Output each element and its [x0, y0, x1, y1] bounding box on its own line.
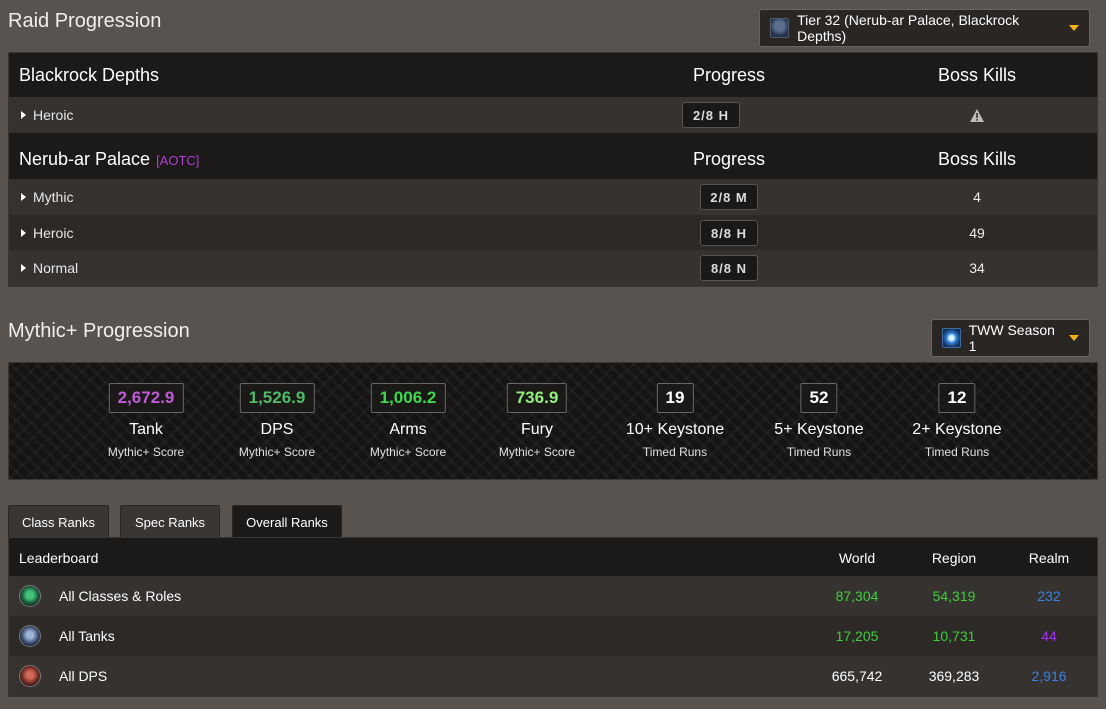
score-dps: 1,526.9 DPS Mythic+ Score: [239, 383, 315, 459]
raid-difficulty-row[interactable]: Mythic 2/8 M 4: [9, 179, 1097, 215]
raid-instance-header: Blackrock Depths Progress Boss Kills: [9, 53, 1097, 97]
raid-difficulty-row[interactable]: Heroic 2/8 H: [9, 97, 1097, 133]
score-value: 1,526.9: [239, 383, 315, 413]
table-row[interactable]: All Tanks 17,205 10,731 44: [9, 616, 1097, 656]
score-value: 1,006.2: [370, 383, 446, 413]
tank-emblem-icon: [19, 625, 41, 647]
tab-class-ranks[interactable]: Class Ranks: [8, 505, 109, 539]
instance-name: Nerub-ar Palace [AOTC]: [19, 149, 199, 170]
score-title: 2+ Keystone: [912, 421, 1002, 438]
progress-badge: 8/8 N: [700, 255, 758, 281]
region-rank[interactable]: 54,319: [933, 588, 976, 604]
aotc-tag: [AOTC]: [156, 153, 200, 168]
realm-rank[interactable]: 44: [1041, 628, 1057, 644]
timed-runs-2plus: 12 2+ Keystone Timed Runs: [912, 383, 1002, 459]
leaderboard-row-label: All DPS: [59, 668, 108, 684]
score-arms: 1,006.2 Arms Mythic+ Score: [370, 383, 446, 459]
leaderboard-header-label: Leaderboard: [19, 550, 99, 566]
boss-kills-value: 4: [973, 189, 981, 205]
difficulty-label: Mythic: [33, 189, 74, 205]
score-tank: 2,672.9 Tank Mythic+ Score: [108, 383, 184, 459]
world-header: World: [838, 550, 876, 566]
leaderboard-header: Leaderboard World Region Realm: [9, 538, 1097, 576]
score-subtitle: Mythic+ Score: [238, 445, 316, 459]
raid-progression-title: Raid Progression: [8, 10, 162, 32]
difficulty-label: Normal: [33, 260, 79, 276]
chevron-down-icon: [1069, 25, 1079, 31]
raid-progress-table: Blackrock Depths Progress Boss Kills Her…: [8, 52, 1098, 287]
score-title: 10+ Keystone: [625, 421, 725, 438]
score-title: Fury: [520, 421, 553, 438]
boss-kills-value: 49: [969, 225, 985, 241]
boss-kills-value: 34: [969, 260, 985, 276]
score-subtitle: Timed Runs: [786, 445, 852, 459]
score-value: 736.9: [506, 383, 568, 413]
warning-icon: [970, 108, 984, 122]
raid-difficulty-row[interactable]: Heroic 8/8 H 49: [9, 215, 1097, 251]
score-title: 5+ Keystone: [774, 421, 864, 438]
score-value: 12: [938, 383, 976, 413]
raid-instance-header: Nerub-ar Palace [AOTC] Progress Boss Kill…: [9, 135, 1097, 179]
all-classes-emblem-icon: [19, 585, 41, 607]
boss-kills-header: Boss Kills: [937, 149, 1017, 169]
realm-header: Realm: [1028, 550, 1070, 566]
world-rank[interactable]: 17,205: [836, 628, 879, 644]
tab-spec-ranks[interactable]: Spec Ranks: [120, 505, 220, 539]
expand-arrow-icon[interactable]: [21, 264, 26, 272]
score-subtitle: Mythic+ Score: [369, 445, 447, 459]
score-value: 19: [656, 383, 694, 413]
region-rank[interactable]: 369,283: [929, 668, 980, 684]
tier-dropdown[interactable]: Tier 32 (Nerub-ar Palace, Blackrock Dept…: [759, 9, 1090, 47]
world-rank[interactable]: 87,304: [836, 588, 879, 604]
realm-rank[interactable]: 2,916: [1031, 668, 1066, 684]
season-icon: [942, 328, 961, 348]
instance-name: Blackrock Depths: [19, 65, 160, 85]
difficulty-label: Heroic: [33, 225, 74, 241]
score-subtitle: Timed Runs: [642, 445, 708, 459]
raid-difficulty-row[interactable]: Normal 8/8 N 34: [9, 250, 1097, 286]
realm-rank[interactable]: 232: [1037, 588, 1060, 604]
timed-runs-10plus: 19 10+ Keystone Timed Runs: [626, 383, 724, 459]
mythic-plus-title: Mythic+ Progression: [8, 320, 190, 342]
season-dropdown[interactable]: TWW Season 1: [931, 319, 1090, 357]
progress-header: Progress: [692, 65, 766, 85]
instance-name-text: Nerub-ar Palace: [19, 149, 151, 169]
season-dropdown-label: TWW Season 1: [968, 322, 1055, 354]
difficulty-label: Heroic: [33, 107, 74, 123]
table-row[interactable]: All DPS 665,742 369,283 2,916: [9, 656, 1097, 696]
score-title: DPS: [260, 421, 294, 438]
score-value: 52: [800, 383, 838, 413]
progress-badge: 8/8 H: [700, 220, 758, 246]
dps-emblem-icon: [19, 665, 41, 687]
progress-header: Progress: [692, 149, 766, 169]
region-rank[interactable]: 10,731: [933, 628, 976, 644]
expand-arrow-icon[interactable]: [21, 229, 26, 237]
score-title: Arms: [389, 421, 427, 438]
progress-badge: 2/8 H: [682, 102, 740, 128]
timed-runs-5plus: 52 5+ Keystone Timed Runs: [774, 383, 864, 459]
boss-kills-header: Boss Kills: [937, 65, 1017, 85]
score-subtitle: Timed Runs: [924, 445, 990, 459]
expand-arrow-icon[interactable]: [21, 193, 26, 201]
score-fury: 736.9 Fury Mythic+ Score: [499, 383, 575, 459]
table-row[interactable]: All Classes & Roles 87,304 54,319 232: [9, 576, 1097, 616]
score-subtitle: Mythic+ Score: [498, 445, 576, 459]
leaderboard-row-label: All Classes & Roles: [59, 588, 182, 604]
mythic-plus-scores-panel: 2,672.9 Tank Mythic+ Score 1,526.9 DPS M…: [8, 362, 1098, 480]
score-subtitle: Mythic+ Score: [107, 445, 185, 459]
leaderboard-row-label: All Tanks: [59, 628, 115, 644]
leaderboard-table: Leaderboard World Region Realm All Class…: [8, 537, 1098, 697]
tab-overall-ranks[interactable]: Overall Ranks: [232, 505, 342, 539]
progress-badge: 2/8 M: [700, 184, 758, 210]
region-header: Region: [931, 550, 977, 566]
tier-dropdown-label: Tier 32 (Nerub-ar Palace, Blackrock Dept…: [797, 12, 1020, 44]
score-value: 2,672.9: [108, 383, 184, 413]
chevron-down-icon: [1069, 335, 1079, 341]
score-title: Tank: [129, 421, 163, 438]
world-rank[interactable]: 665,742: [832, 668, 883, 684]
expand-arrow-icon[interactable]: [21, 111, 26, 119]
tier-icon: [770, 18, 790, 38]
